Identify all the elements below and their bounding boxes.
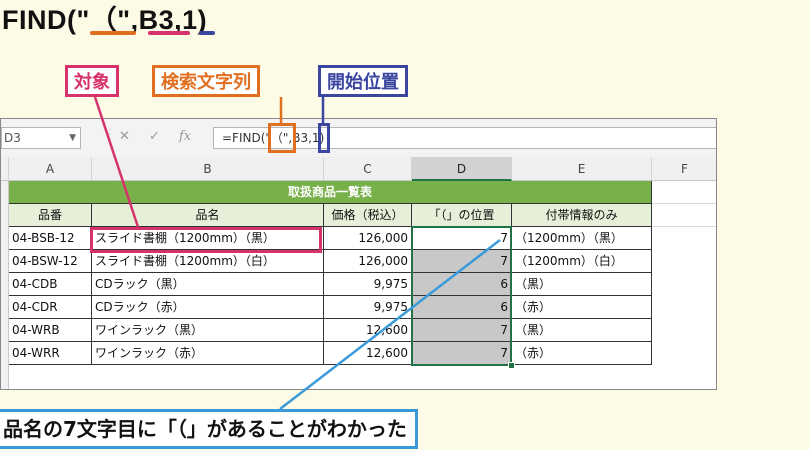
search-string-label: 検索文字列 [152,65,260,97]
table-cell[interactable]: CDラック（黒） [92,273,324,296]
table-cell[interactable]: （黒） [512,273,652,296]
search-string-highlight [268,123,296,153]
formula-bar-buttons: ⋮ ✕ ✓ fx [101,127,205,149]
enter-icon[interactable]: ✓ [149,129,160,144]
table-header[interactable]: 品番 [9,204,92,227]
target-label: 対象 [65,65,119,97]
chevron-down-icon[interactable]: ▼ [69,128,76,148]
table-cell[interactable]: （赤） [512,296,652,319]
table-cell[interactable]: （黒） [512,319,652,342]
table-cell[interactable]: （1200mm）（黒） [512,227,652,250]
fx-icon[interactable]: fx [179,129,191,144]
column-header-c[interactable]: C [324,157,412,181]
table-header[interactable]: 価格（税込） [324,204,412,227]
table-cell[interactable]: 04-BSW-12 [9,250,92,273]
table-header[interactable]: 品名 [92,204,324,227]
cell-f1[interactable] [652,181,716,204]
row-headers [1,181,9,389]
column-header-d[interactable]: D [412,157,512,181]
search-string-label-text: 検索文字列 [161,72,251,93]
table-cell[interactable]: （1200mm）（白） [512,250,652,273]
separator-icon: ⋮ [103,127,116,142]
start-position-label-text: 開始位置 [327,72,399,93]
table-cell[interactable]: 9,975 [324,296,412,319]
fill-handle[interactable] [508,362,515,369]
table-cell[interactable]: 04-CDR [9,296,92,319]
target-underline [148,31,190,35]
table-cell[interactable]: 126,000 [324,250,412,273]
result-callout: 品名の7文字目に「（」があることがわかった [0,409,418,449]
name-box[interactable]: D3 ▼ [1,127,81,149]
table-title[interactable]: 取扱商品一覧表 [9,181,652,204]
column-header-f[interactable]: F [652,157,716,181]
table-cell[interactable]: 126,000 [324,227,412,250]
column-header-b[interactable]: B [92,157,324,181]
column-header-a[interactable]: A [9,157,92,181]
table-header[interactable]: 「（」の位置 [412,204,512,227]
cell-f2[interactable] [652,204,716,227]
table-cell[interactable]: 04-CDB [9,273,92,296]
target-label-text: 対象 [74,72,110,93]
row-header-corner[interactable] [1,157,9,181]
table-cell[interactable]: ワインラック（黒） [92,319,324,342]
formula-bar-area: D3 ▼ ⋮ ✕ ✓ fx =FIND("（",B3,1) [1,119,716,158]
table-cell[interactable]: スライド書棚（1200mm）（白） [92,250,324,273]
selection-outline [411,226,512,366]
table-cell[interactable]: 12,600 [324,319,412,342]
table-cell[interactable]: 12,600 [324,342,412,365]
target-highlight [90,227,322,253]
start-position-label: 開始位置 [318,65,408,97]
cancel-icon[interactable]: ✕ [119,129,130,144]
table-cell[interactable]: 9,975 [324,273,412,296]
start-position-highlight [318,123,330,153]
table-cell[interactable]: CDラック（赤） [92,296,324,319]
table-cell[interactable]: 04-WRB [9,319,92,342]
table-cell[interactable]: （赤） [512,342,652,365]
search-string-underline [90,31,136,35]
table-header[interactable]: 付帯情報のみ [512,204,652,227]
column-header-e[interactable]: E [512,157,652,181]
table-cell[interactable]: 04-WRR [9,342,92,365]
table-cell[interactable]: 04-BSB-12 [9,227,92,250]
start-position-underline [199,31,215,35]
spreadsheet-window: D3 ▼ ⋮ ✕ ✓ fx =FIND("（",B3,1) A B C D E … [0,118,717,390]
table-cell[interactable]: ワインラック（赤） [92,342,324,365]
name-box-value: D3 [4,131,21,145]
